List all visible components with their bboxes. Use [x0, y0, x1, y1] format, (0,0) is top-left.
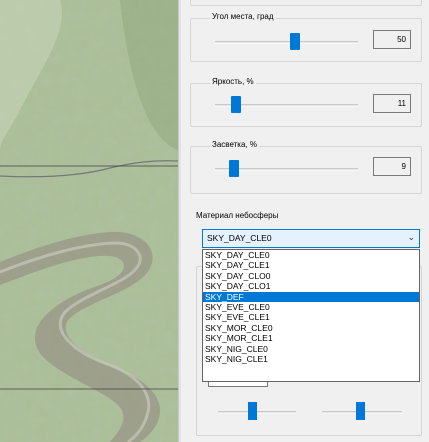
lower-left-slider-thumb[interactable]: [248, 402, 257, 420]
elevation-slider-track[interactable]: [215, 41, 358, 44]
dropdown-option[interactable]: SKY_NIG_CLE0: [203, 344, 419, 354]
terrain-map-view[interactable]: [0, 0, 178, 442]
chevron-down-icon[interactable]: ⌄: [407, 232, 415, 243]
dropdown-option[interactable]: SKY_MOR_CLE1: [203, 333, 419, 343]
dropdown-option[interactable]: SKY_NIG_CLE1: [203, 354, 419, 364]
terrain-map-graphic: [0, 0, 178, 442]
dropdown-option[interactable]: SKY_EVE_CLE0: [203, 302, 419, 312]
brightness-value-field[interactable]: 11: [373, 94, 411, 113]
elevation-value-field[interactable]: 50: [373, 30, 411, 49]
glare-label: Засветка, %: [210, 140, 259, 149]
dropdown-option[interactable]: SKY_DAY_CLE0: [203, 250, 419, 260]
dropdown-option[interactable]: SKY_MOR_CLE0: [203, 323, 419, 333]
brightness-slider-thumb[interactable]: [231, 96, 241, 113]
glare-slider-thumb[interactable]: [229, 160, 239, 177]
elevation-label: Угол места, град: [210, 12, 276, 21]
sky-material-selected: SKY_DAY_CLE0: [207, 233, 272, 243]
dropdown-option[interactable]: SKY_DEF: [203, 291, 419, 302]
dropdown-option[interactable]: SKY_EVE_CLE1: [203, 312, 419, 322]
dropdown-option[interactable]: SKY_DAY_CLE1: [203, 260, 419, 270]
top-group-box: [190, 0, 422, 6]
sky-material-label: Материал небосферы: [194, 211, 281, 220]
brightness-label: Яркость, %: [210, 77, 256, 86]
elevation-slider-thumb[interactable]: [290, 33, 300, 50]
lower-right-slider-thumb[interactable]: [356, 402, 365, 420]
glare-value-field[interactable]: 9: [373, 157, 411, 176]
lower-left-slider-track[interactable]: [218, 411, 296, 414]
dropdown-option[interactable]: SKY_DAY_CLO0: [203, 271, 419, 281]
sky-material-combo[interactable]: SKY_DAY_CLE0 ⌄: [202, 229, 420, 248]
dropdown-option[interactable]: SKY_DAY_CLO1: [203, 281, 419, 291]
sky-material-dropdown-list[interactable]: SKY_DAY_CLE0 SKY_DAY_CLE1 SKY_DAY_CLO0 SKY_…: [202, 249, 420, 382]
